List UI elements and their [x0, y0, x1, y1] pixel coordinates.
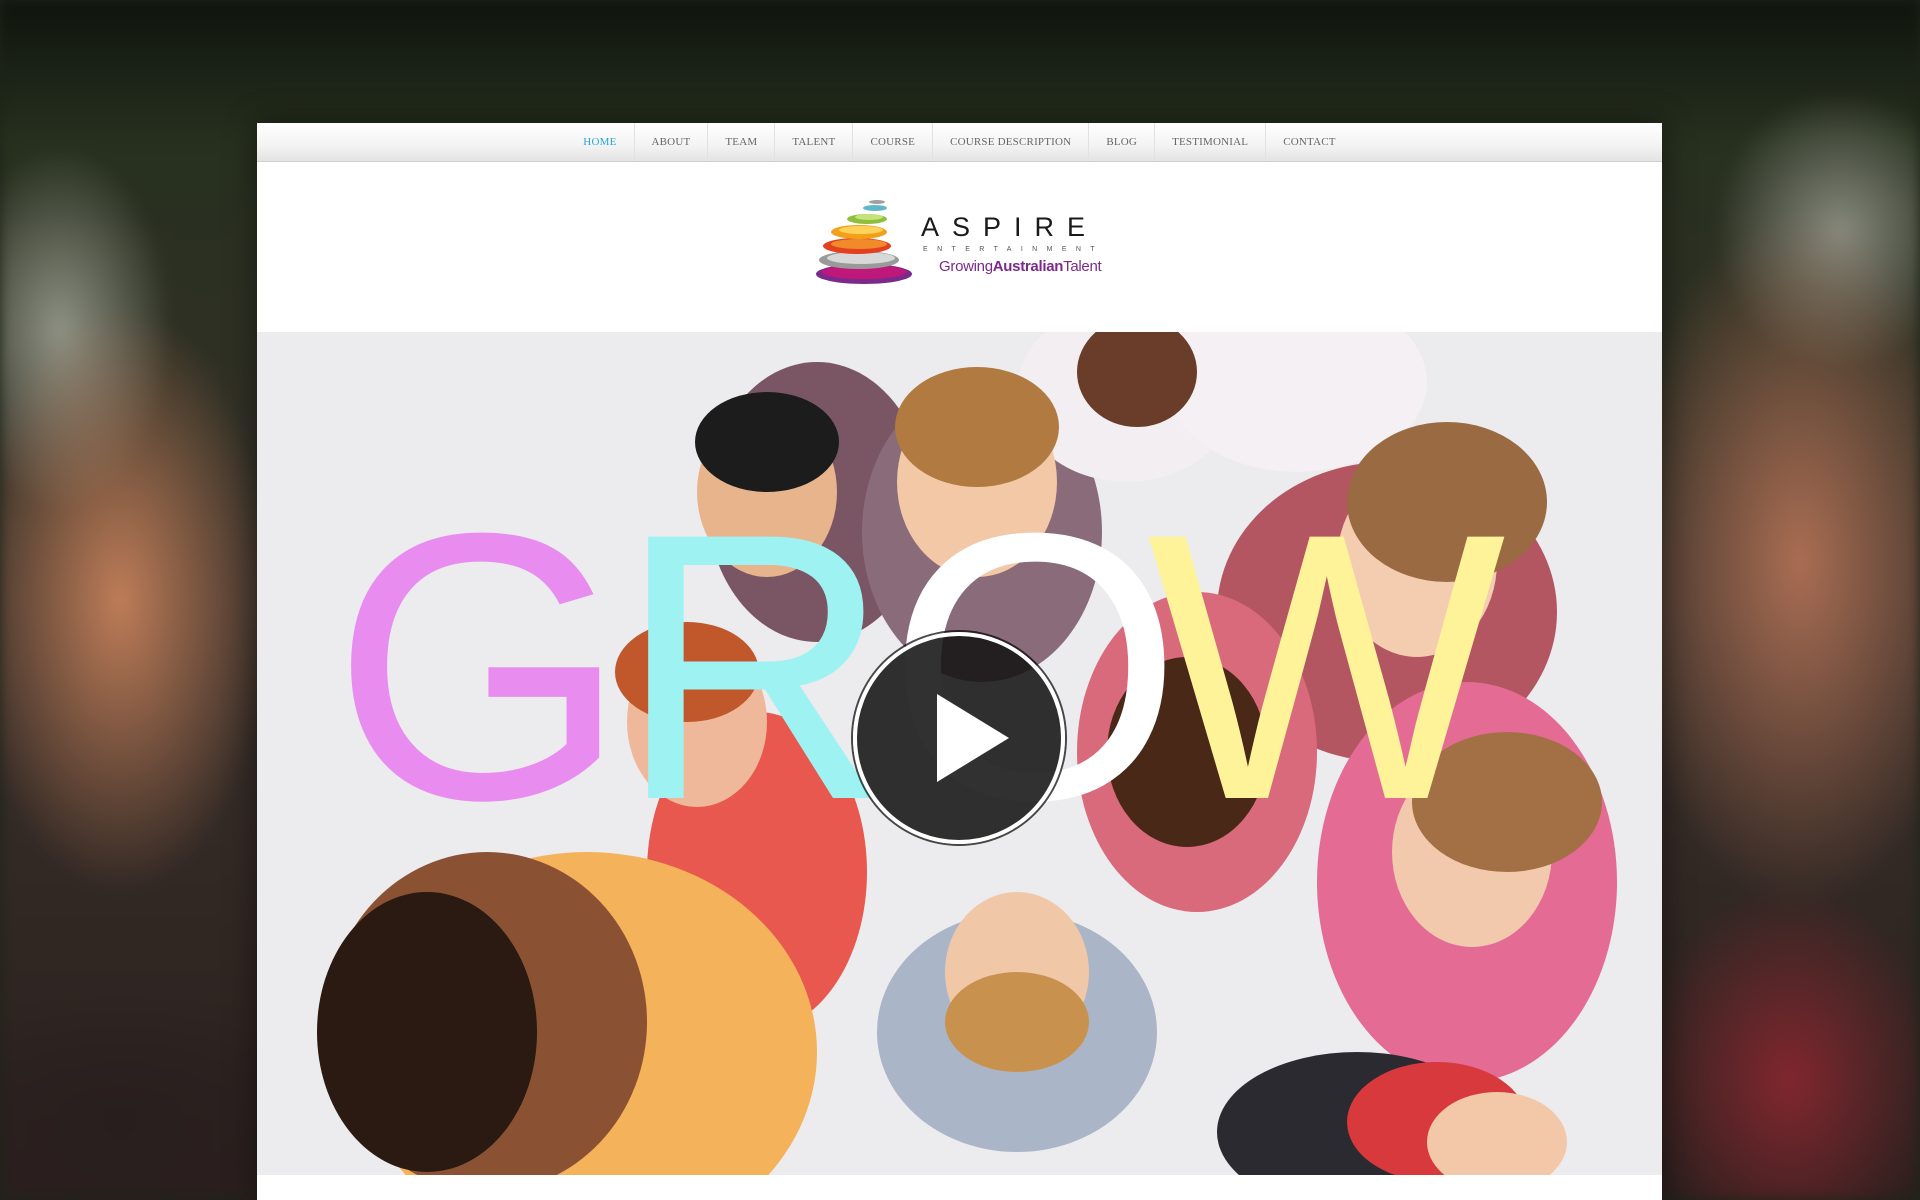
header-logo-area: ASPIRE ENTERTAINMENT GrowingAustralianTa…: [257, 162, 1662, 332]
nav-item-team[interactable]: TEAM: [707, 123, 774, 161]
tagline-talent: Talent: [1063, 258, 1102, 275]
play-button[interactable]: [853, 632, 1065, 844]
grow-letter-w: W: [1147, 454, 1506, 879]
logo-subtitle: ENTERTAINMENT: [923, 246, 1105, 253]
nav-item-course-description[interactable]: COURSE DESCRIPTION: [932, 123, 1088, 161]
nav-item-about[interactable]: ABOUT: [633, 123, 708, 161]
hero-video[interactable]: G R O W: [257, 332, 1662, 1175]
grow-letter-r: R: [617, 454, 892, 879]
nav-item-home[interactable]: HOME: [566, 123, 633, 161]
tagline-growing: Growing: [939, 258, 993, 275]
nav-item-talent[interactable]: TALENT: [774, 123, 852, 161]
play-icon: [937, 694, 1009, 782]
aspire-logo[interactable]: ASPIRE ENTERTAINMENT GrowingAustralianTa…: [809, 196, 1119, 291]
website-frame: HOME ABOUT TEAM TALENT COURSE COURSE DES…: [257, 123, 1662, 1200]
nav-item-course[interactable]: COURSE: [852, 123, 932, 161]
nav-item-blog[interactable]: BLOG: [1088, 123, 1154, 161]
logo-tagline: GrowingAustralianTalent: [939, 258, 1102, 275]
tagline-australian: Australian: [992, 258, 1064, 275]
logo-wordmark: ASPIRE: [921, 212, 1099, 242]
logo-swirl-icon: [816, 200, 912, 284]
grow-letter-g: G: [332, 454, 628, 879]
nav-item-testimonial[interactable]: TESTIMONIAL: [1154, 123, 1265, 161]
main-navigation: HOME ABOUT TEAM TALENT COURSE COURSE DES…: [257, 123, 1662, 162]
nav-item-contact[interactable]: CONTACT: [1265, 123, 1352, 161]
